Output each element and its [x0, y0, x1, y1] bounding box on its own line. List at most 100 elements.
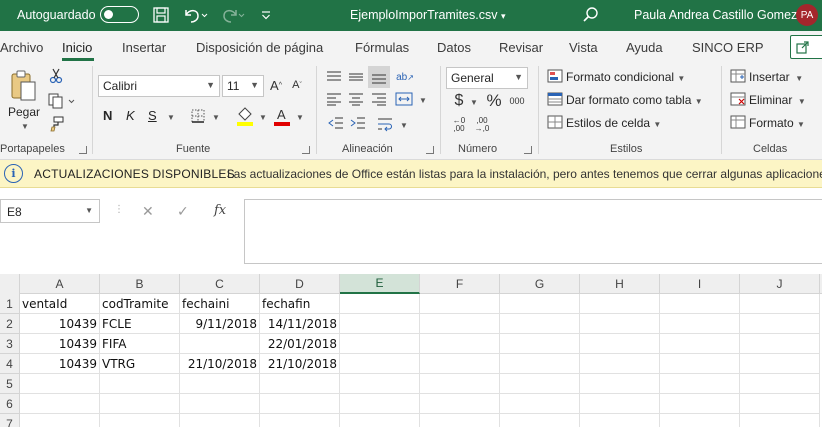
autosave-toggle[interactable]: [100, 6, 139, 23]
cell-e5[interactable]: [340, 374, 420, 394]
row-header-2[interactable]: 2: [0, 314, 20, 334]
font-color-icon[interactable]: A: [273, 106, 291, 126]
delete-cells-button[interactable]: Eliminar ▼: [749, 93, 806, 107]
percent-icon[interactable]: %: [485, 91, 503, 110]
select-all-corner[interactable]: [0, 274, 20, 294]
customize-toolbar-icon[interactable]: [260, 5, 272, 25]
cell-c4[interactable]: 21/10/2018: [180, 354, 260, 374]
formula-input[interactable]: [244, 199, 822, 264]
cell-j4[interactable]: [740, 354, 820, 374]
row-header-4[interactable]: 4: [0, 354, 20, 374]
avatar[interactable]: PA: [796, 4, 818, 26]
delete-cells-icon[interactable]: [730, 92, 746, 106]
copy-icon[interactable]: [48, 93, 76, 109]
merge-center-icon[interactable]: [395, 91, 413, 107]
tab-archivo[interactable]: Archivo: [0, 40, 43, 55]
cell-b6[interactable]: [100, 394, 180, 414]
cell-d2[interactable]: 14/11/2018: [260, 314, 340, 334]
cell-i2[interactable]: [660, 314, 740, 334]
cell-g6[interactable]: [500, 394, 580, 414]
cell-f3[interactable]: [420, 334, 500, 354]
tab-revisar[interactable]: Revisar: [499, 40, 543, 55]
cell-b2[interactable]: FCLE: [100, 314, 180, 334]
increase-decimal-icon[interactable]: ←0,00: [450, 116, 468, 134]
cell-g2[interactable]: [500, 314, 580, 334]
column-header-f[interactable]: F: [420, 274, 500, 294]
cell-d1[interactable]: fechafin: [260, 294, 340, 314]
cell-b5[interactable]: [100, 374, 180, 394]
cell-d4[interactable]: 21/10/2018: [260, 354, 340, 374]
cell-h1[interactable]: [580, 294, 660, 314]
cell-c3[interactable]: [180, 334, 260, 354]
insert-function-icon[interactable]: fx: [214, 203, 226, 218]
tab-insertar[interactable]: Insertar: [122, 40, 166, 55]
conditional-format-button[interactable]: Formato condicional ▼: [566, 70, 685, 84]
column-header-j[interactable]: J: [740, 274, 820, 294]
cell-i6[interactable]: [660, 394, 740, 414]
format-painter-icon[interactable]: [48, 116, 64, 132]
cell-styles-button[interactable]: Estilos de celda ▼: [566, 116, 661, 130]
increase-indent-icon[interactable]: [350, 116, 366, 130]
confirm-entry-icon[interactable]: ✓: [177, 203, 189, 220]
insert-cells-button[interactable]: Insertar ▼: [749, 70, 803, 84]
row-header-3[interactable]: 3: [0, 334, 20, 354]
cell-g3[interactable]: [500, 334, 580, 354]
fill-color-chevron-icon[interactable]: ▼: [259, 113, 267, 122]
decrease-indent-icon[interactable]: [328, 116, 344, 130]
decrease-decimal-icon[interactable]: ,00 →,0: [473, 116, 491, 134]
cell-h4[interactable]: [580, 354, 660, 374]
cell-a3[interactable]: 10439: [20, 334, 100, 354]
align-left-icon[interactable]: [326, 92, 342, 106]
column-header-h[interactable]: H: [580, 274, 660, 294]
save-icon[interactable]: [152, 5, 170, 25]
align-top-icon[interactable]: [326, 70, 342, 84]
cell-f4[interactable]: [420, 354, 500, 374]
cell-h6[interactable]: [580, 394, 660, 414]
column-header-c[interactable]: C: [180, 274, 260, 294]
search-icon[interactable]: [582, 5, 600, 25]
name-box-chevron-icon[interactable]: ▼: [85, 206, 93, 215]
cell-a1[interactable]: ventaId: [20, 294, 100, 314]
format-as-table-icon[interactable]: [547, 92, 563, 106]
increase-font-icon[interactable]: A ^: [269, 77, 283, 93]
cell-e3[interactable]: [340, 334, 420, 354]
cell-f6[interactable]: [420, 394, 500, 414]
format-cells-button[interactable]: Formato ▼: [749, 116, 805, 130]
cell-i3[interactable]: [660, 334, 740, 354]
cell-c5[interactable]: [180, 374, 260, 394]
tab-sinco-erp[interactable]: SINCO ERP: [692, 40, 764, 55]
number-launcher-icon[interactable]: [524, 146, 532, 154]
format-as-table-button[interactable]: Dar formato como tabla ▼: [566, 93, 703, 107]
currency-chevron-icon[interactable]: ▼: [470, 98, 478, 107]
row-header-1[interactable]: 1: [0, 294, 20, 314]
cell-e7[interactable]: [340, 414, 420, 427]
cell-e2[interactable]: [340, 314, 420, 334]
cell-e6[interactable]: [340, 394, 420, 414]
tab-inicio[interactable]: Inicio: [62, 40, 92, 55]
cell-j7[interactable]: [740, 414, 820, 427]
cell-g5[interactable]: [500, 374, 580, 394]
font-name-combo[interactable]: Calibri ▼: [98, 75, 220, 97]
share-button[interactable]: [790, 35, 822, 59]
font-size-combo[interactable]: 11 ▼: [222, 75, 264, 97]
cell-b3[interactable]: FIFA: [100, 334, 180, 354]
font-color-chevron-icon[interactable]: ▼: [296, 113, 304, 122]
cell-j3[interactable]: [740, 334, 820, 354]
align-right-icon[interactable]: [371, 92, 387, 106]
row-header-5[interactable]: 5: [0, 374, 20, 394]
cell-c2[interactable]: 9/11/2018: [180, 314, 260, 334]
cell-j6[interactable]: [740, 394, 820, 414]
cell-f2[interactable]: [420, 314, 500, 334]
fill-color-icon[interactable]: [236, 106, 254, 126]
conditional-format-icon[interactable]: [547, 69, 563, 83]
cell-d7[interactable]: [260, 414, 340, 427]
cell-b1[interactable]: codTramite: [100, 294, 180, 314]
decrease-font-icon[interactable]: Aˇ: [290, 77, 304, 93]
row-header-6[interactable]: 6: [0, 394, 20, 414]
column-header-i[interactable]: I: [660, 274, 740, 294]
cell-b7[interactable]: [100, 414, 180, 427]
row-header-7[interactable]: 7: [0, 414, 20, 427]
orientation-icon[interactable]: ab ↗: [396, 68, 414, 86]
tab-ayuda[interactable]: Ayuda: [626, 40, 663, 55]
cell-j1[interactable]: [740, 294, 820, 314]
